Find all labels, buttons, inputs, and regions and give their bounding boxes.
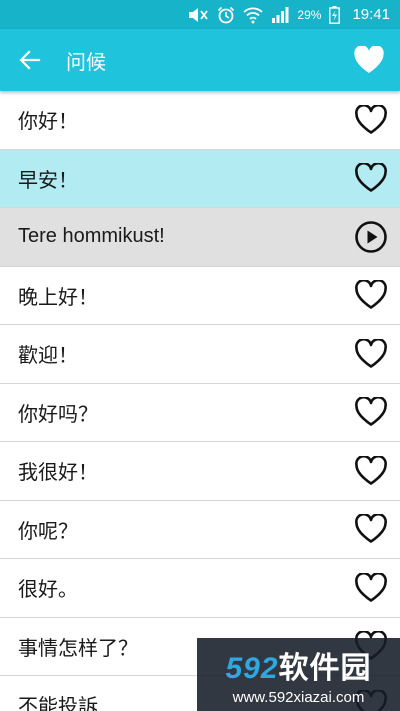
watermark: 592软件园 www.592xiazai.com — [197, 638, 400, 711]
wifi-icon — [243, 6, 264, 24]
translation-row[interactable]: Tere hommikust! — [0, 208, 400, 267]
battery-percent: 29% — [297, 7, 322, 22]
heart-filled-icon — [354, 46, 384, 73]
phrase-row[interactable]: 你好！ — [0, 91, 400, 150]
heart-outline-icon[interactable] — [342, 383, 400, 441]
phrase-row[interactable]: 很好。 — [0, 559, 400, 618]
phrase-row[interactable]: 你呢？ — [0, 500, 400, 559]
alarm-icon — [217, 6, 235, 24]
play-icon[interactable] — [342, 208, 400, 266]
phrase-row[interactable]: 早安！ — [0, 149, 400, 208]
phrase-row[interactable]: 你好吗？ — [0, 383, 400, 442]
phrase-row[interactable]: 晚上好！ — [0, 266, 400, 325]
heart-outline-icon[interactable] — [342, 442, 400, 500]
heart-outline-icon[interactable] — [342, 91, 400, 149]
heart-outline-icon[interactable] — [342, 325, 400, 383]
status-time: 19:41 — [352, 6, 390, 23]
phrase-text: 你呢？ — [18, 518, 78, 543]
watermark-logo: 592软件园 — [225, 652, 372, 685]
heart-outline-icon[interactable] — [342, 149, 400, 207]
app-bar: 问候 — [0, 29, 400, 91]
battery-icon — [329, 5, 341, 24]
heart-outline-icon[interactable] — [342, 500, 400, 558]
heart-outline-icon[interactable] — [342, 266, 400, 324]
favorites-button[interactable] — [338, 29, 400, 91]
phrase-text: 很好。 — [18, 577, 78, 602]
phrase-text: 你好！ — [18, 109, 78, 134]
status-bar: 29% 19:41 — [0, 0, 400, 29]
phrase-list: 你好！ 早安！ Tere hommikust! 晚上好！ 歡迎！ 你好吗？ 我很好！ 你呢？ 很… — [0, 91, 400, 711]
phrase-text: 我很好！ — [18, 460, 98, 485]
arrow-left-icon — [19, 50, 41, 70]
translation-text: Tere hommikust! — [18, 225, 165, 248]
heart-outline-icon[interactable] — [342, 559, 400, 617]
mute-icon — [187, 7, 209, 23]
phrase-text: 歡迎！ — [18, 343, 78, 368]
phrase-row[interactable]: 我很好！ — [0, 442, 400, 501]
phrase-text: 你好吗？ — [18, 401, 98, 426]
page-title: 问候 — [66, 49, 106, 74]
back-button[interactable] — [0, 29, 60, 91]
phrase-text: 早安！ — [18, 167, 78, 192]
signal-icon — [271, 6, 289, 23]
phrase-row[interactable]: 歡迎！ — [0, 325, 400, 384]
phrase-text: 晚上好！ — [18, 284, 98, 309]
watermark-url: www.592xiazai.com — [232, 689, 365, 706]
